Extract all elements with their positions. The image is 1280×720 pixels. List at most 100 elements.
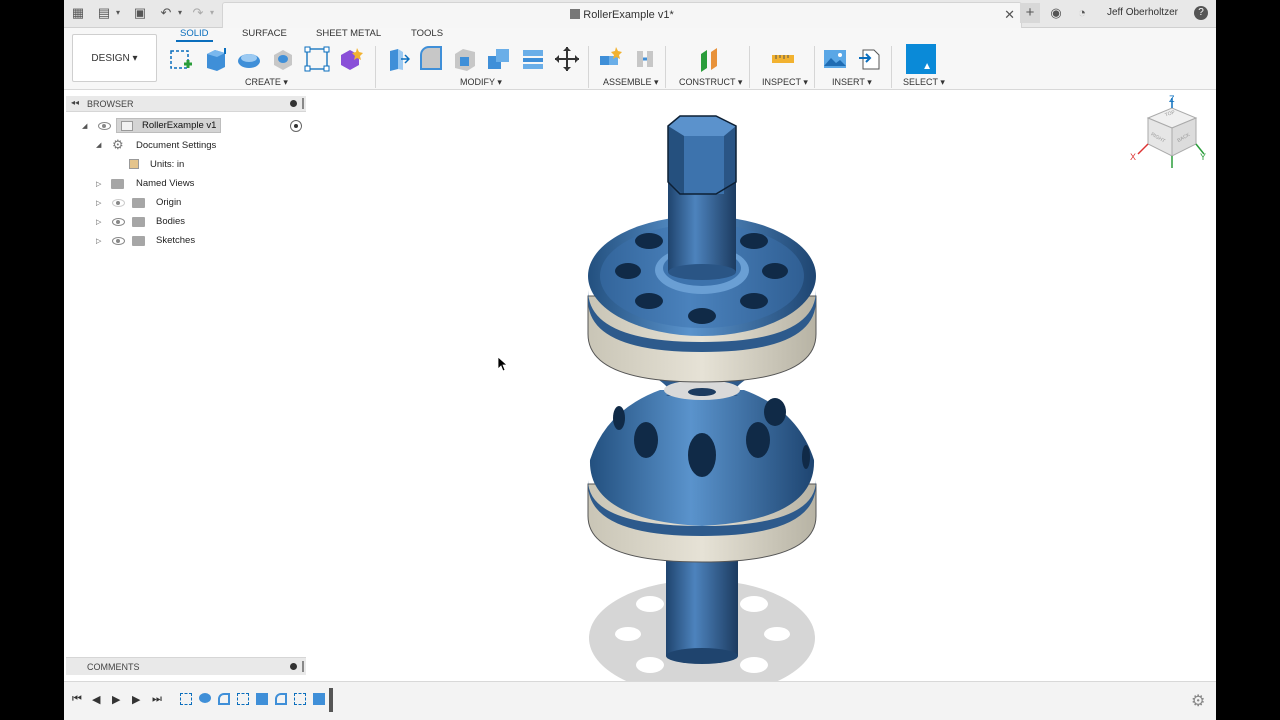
browser-item-bodies[interactable]: Bodies <box>156 213 185 229</box>
offset-plane-icon[interactable] <box>697 46 723 72</box>
timeline-fillet-icon[interactable] <box>275 693 287 705</box>
new-tab-icon[interactable]: + <box>1020 3 1040 23</box>
timeline-fillet-icon[interactable] <box>218 693 230 705</box>
inspect-menu[interactable]: INSPECT ▾ <box>762 77 808 88</box>
redo-dropdown-icon[interactable]: ▾ <box>204 5 220 21</box>
joint-icon[interactable] <box>632 46 658 72</box>
measure-icon[interactable] <box>770 46 796 72</box>
collapse-panel-icon[interactable]: ◂◂ <box>71 98 79 107</box>
browser-item-sketches[interactable]: Sketches <box>156 232 195 248</box>
select-button[interactable]: ▲ <box>906 44 936 74</box>
mouse-cursor <box>497 356 509 372</box>
browser-item-origin[interactable]: Origin <box>156 194 181 210</box>
viewcube-axis-x: X <box>1130 152 1137 162</box>
assemble-menu[interactable]: ASSEMBLE ▾ <box>603 77 659 88</box>
user-name[interactable]: Jeff Oberholtzer <box>1107 7 1178 18</box>
expand-toggle[interactable]: ▷ <box>96 180 101 188</box>
expand-toggle[interactable]: ◢ <box>82 122 87 130</box>
document-title: RollerExample v1* <box>583 9 674 21</box>
timeline-marker[interactable] <box>329 688 333 712</box>
expand-toggle[interactable]: ◢ <box>96 141 101 149</box>
combine-icon[interactable] <box>486 46 512 72</box>
timeline-revolve-icon[interactable] <box>199 693 211 703</box>
help-icon[interactable]: ? <box>1194 6 1208 20</box>
insert-image-icon[interactable] <box>822 46 848 72</box>
browser-item-named-views[interactable]: Named Views <box>136 175 194 191</box>
insert-menu[interactable]: INSERT ▾ <box>832 77 872 88</box>
browser-panel: ◂◂ BROWSER ◢ RollerExample v1 ◢ ⚙ Docume… <box>66 96 306 676</box>
timeline-sketch-icon[interactable] <box>180 693 192 705</box>
step-forward-icon[interactable]: ▶ <box>132 693 140 706</box>
visibility-eye-icon[interactable] <box>112 218 125 226</box>
tab-tools[interactable]: TOOLS <box>411 28 443 42</box>
step-back-icon[interactable]: ◀ <box>92 693 100 706</box>
fillet-icon[interactable] <box>418 46 444 72</box>
pin-icon[interactable] <box>290 663 297 670</box>
select-menu[interactable]: SELECT ▾ <box>903 77 945 88</box>
lower-roller[interactable] <box>587 390 817 563</box>
lower-shaft[interactable] <box>666 550 738 656</box>
extrude-icon[interactable] <box>203 46 229 72</box>
create-menu[interactable]: CREATE ▾ <box>245 77 288 88</box>
activate-radio-icon[interactable] <box>290 120 302 132</box>
timeline-extrude-icon[interactable] <box>256 693 268 705</box>
go-to-end-icon[interactable]: ⏭ <box>152 693 162 706</box>
panel-resize-handle[interactable] <box>302 661 304 672</box>
press-pull-icon[interactable] <box>384 46 410 72</box>
tab-solid[interactable]: SOLID <box>176 28 213 42</box>
browser-item-document-settings[interactable]: Document Settings <box>136 137 216 153</box>
file-dropdown-icon[interactable]: ▾ <box>110 5 126 21</box>
settings-gear-icon[interactable]: ⚙ <box>1191 691 1205 711</box>
form-icon[interactable] <box>338 46 364 72</box>
component-icon <box>121 120 133 131</box>
visibility-eye-icon[interactable] <box>112 237 125 245</box>
insert-mesh-icon[interactable] <box>857 46 883 72</box>
timeline-extrude-icon[interactable] <box>313 693 325 705</box>
browser-item-units[interactable]: Units: in <box>150 156 184 172</box>
tab-sheet-metal[interactable]: SHEET METAL <box>316 28 381 42</box>
construct-menu[interactable]: CONSTRUCT ▾ <box>679 77 742 88</box>
expand-toggle[interactable]: ▷ <box>96 218 101 226</box>
pin-icon[interactable] <box>290 100 297 107</box>
timeline-sketch-icon[interactable] <box>237 693 249 705</box>
viewcube[interactable]: Z X Y TOP RIGHT BACK <box>1116 94 1206 188</box>
hidden-eye-icon[interactable] <box>112 199 125 207</box>
shell-icon[interactable] <box>452 46 478 72</box>
expand-toggle[interactable]: ▷ <box>96 199 101 207</box>
visibility-eye-icon[interactable] <box>98 122 111 130</box>
model-render[interactable] <box>306 90 1216 696</box>
separator <box>665 46 666 88</box>
job-status-icon[interactable]: ◔ <box>1074 5 1090 21</box>
new-component-icon[interactable] <box>597 46 623 72</box>
folder-icon <box>132 217 145 227</box>
align-icon[interactable] <box>520 46 546 72</box>
undo-dropdown-icon[interactable]: ▾ <box>172 5 188 21</box>
3d-viewport[interactable]: Z X Y TOP RIGHT BACK <box>306 90 1216 696</box>
modify-menu[interactable]: MODIFY ▾ <box>460 77 502 88</box>
workspace-switcher-button[interactable]: DESIGN ▾ <box>72 34 157 82</box>
comments-panel-header[interactable]: COMMENTS <box>66 657 306 675</box>
hole-icon[interactable] <box>270 46 296 72</box>
go-to-start-icon[interactable]: ⏮ <box>72 693 82 706</box>
pattern-icon[interactable] <box>304 46 330 72</box>
apps-grid-icon[interactable]: ▦ <box>70 5 86 21</box>
timeline-sketch-icon[interactable] <box>294 693 306 705</box>
timeline-features[interactable] <box>180 693 330 707</box>
expand-toggle[interactable]: ▷ <box>96 237 101 245</box>
revolve-icon[interactable] <box>236 46 262 72</box>
browser-header: ◂◂ BROWSER <box>66 96 306 112</box>
extensions-icon[interactable]: ◉ <box>1048 5 1064 21</box>
save-icon[interactable]: ▣ <box>132 5 148 21</box>
hex-head[interactable] <box>667 115 737 195</box>
create-sketch-icon[interactable] <box>168 46 194 72</box>
browser-root-item[interactable]: RollerExample v1 <box>116 118 222 133</box>
document-tab[interactable]: RollerExample v1* ✕ <box>222 2 1022 28</box>
comments-title: COMMENTS <box>87 662 140 672</box>
viewcube-axis-z: Z <box>1169 94 1175 104</box>
document-cube-icon <box>570 9 581 19</box>
panel-resize-handle[interactable] <box>302 98 304 109</box>
move-icon[interactable] <box>554 46 580 72</box>
tab-surface[interactable]: SURFACE <box>242 28 287 42</box>
close-tab-icon[interactable]: ✕ <box>1004 7 1015 23</box>
play-icon[interactable]: ▶ <box>112 693 120 706</box>
